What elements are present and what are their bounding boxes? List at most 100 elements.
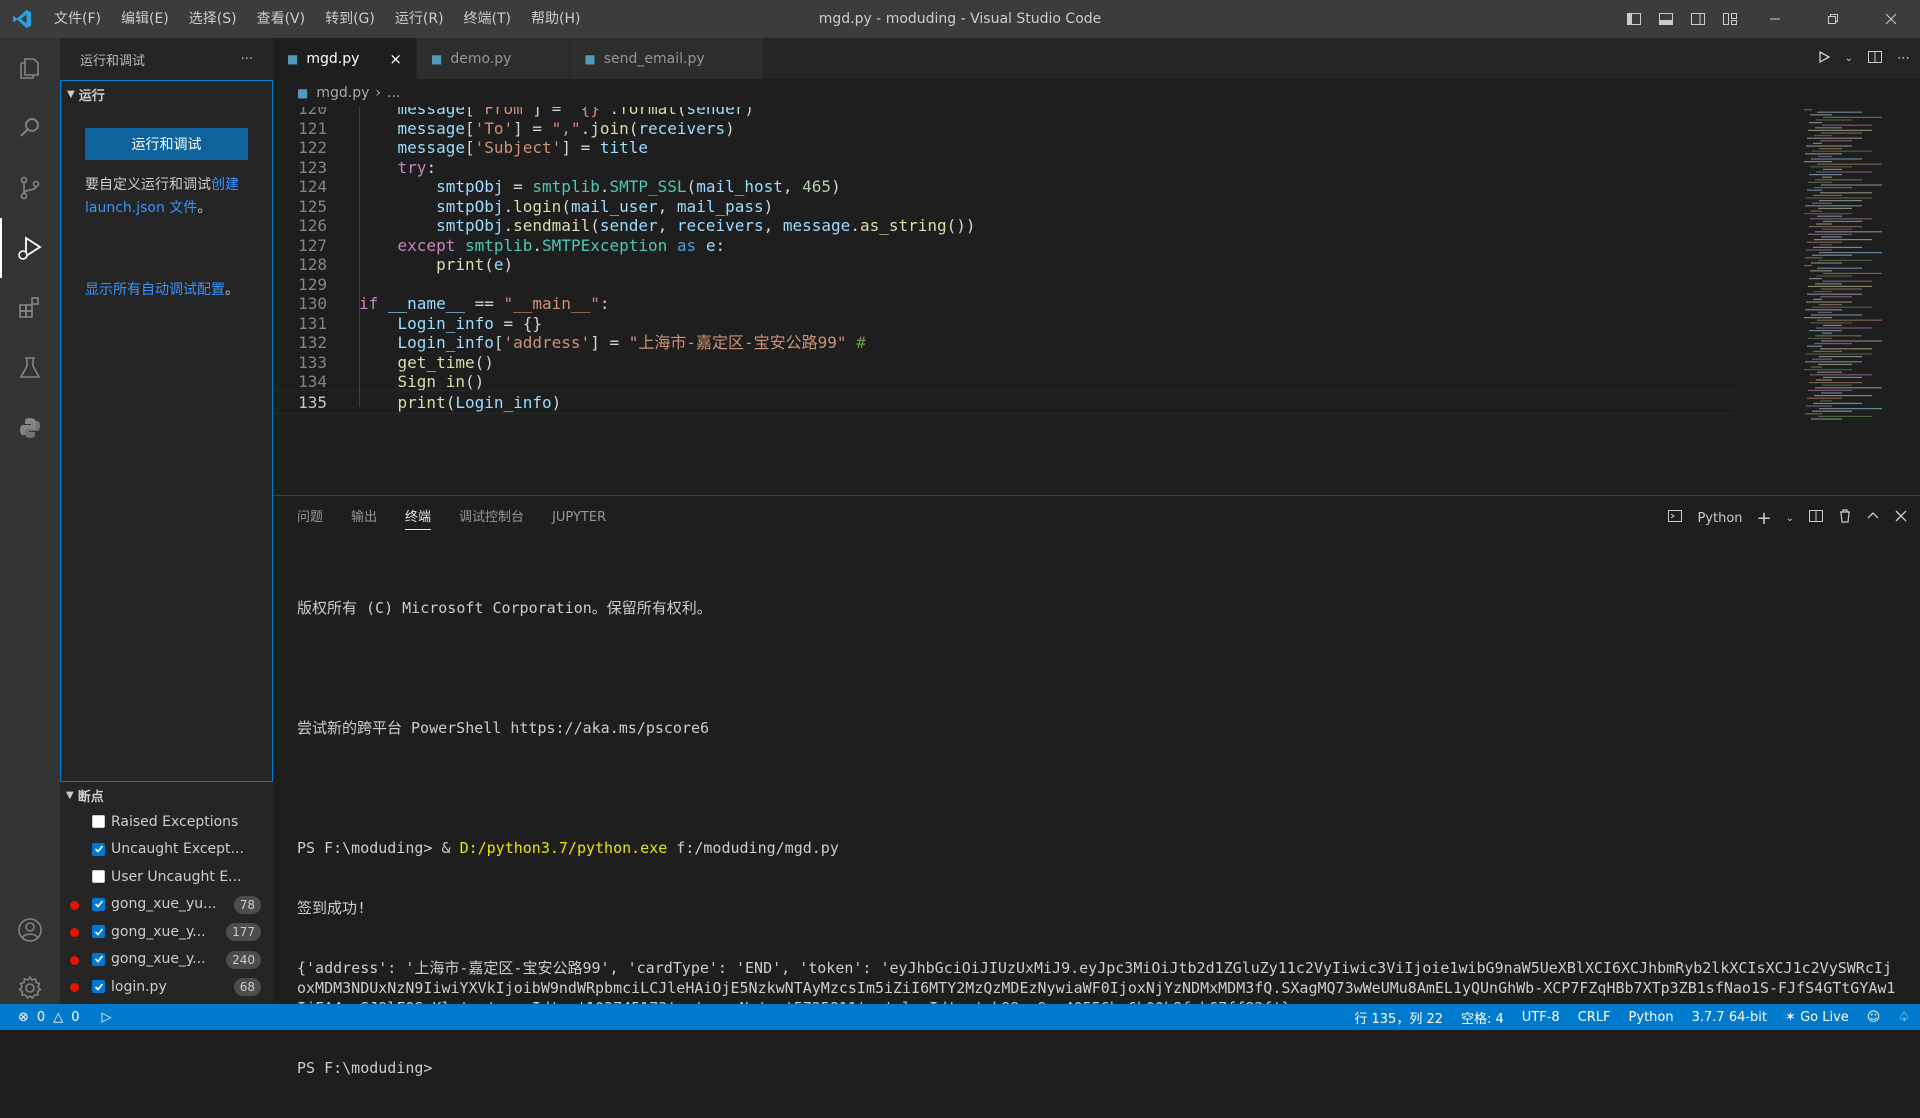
split-terminal-icon[interactable] (1808, 508, 1824, 528)
breakpoint-item[interactable]: Raised Exceptions (60, 808, 273, 836)
panel-tab[interactable]: 输出 (351, 496, 377, 540)
panel-tab[interactable]: JUPYTER (552, 496, 606, 540)
new-terminal-icon[interactable]: + (1757, 508, 1772, 529)
source-control-icon[interactable] (0, 158, 60, 218)
menu-item[interactable]: 文件(F) (44, 0, 111, 38)
editor-tab[interactable]: ■ mgd.py × (273, 38, 417, 79)
warnings-icon[interactable]: △ (53, 1010, 63, 1025)
tab-label: mgd.py (306, 50, 360, 67)
run-dropdown-icon[interactable]: ⌄ (1845, 53, 1853, 64)
panel-tab[interactable]: 调试控制台 (459, 496, 524, 540)
maximize-panel-chevron-up-icon[interactable] (1866, 509, 1880, 527)
run-and-debug-button[interactable]: 运行和调试 (85, 128, 248, 160)
close-tab-icon[interactable]: × (389, 50, 402, 68)
menu-item[interactable]: 转到(G) (315, 0, 385, 38)
breakpoint-checkbox[interactable] (92, 870, 105, 884)
panel-tab[interactable]: 终端 (405, 496, 432, 540)
sidebar-header: 运行和调试 ··· (60, 38, 273, 80)
editor-more-icon[interactable]: ⋯ (1897, 51, 1910, 66)
debug-launch-icon[interactable]: ▷ (101, 1010, 111, 1025)
terminal-dropdown-icon[interactable]: ⌄ (1786, 513, 1794, 524)
indentation[interactable]: 空格: 4 (1461, 1008, 1504, 1027)
breakpoint-checkbox[interactable] (92, 925, 105, 939)
breakpoint-item[interactable]: User Uncaught E... (60, 863, 273, 891)
end-of-line[interactable]: CRLF (1578, 1010, 1611, 1025)
terminal-arg: f:/moduding/mgd.py (667, 839, 839, 857)
encoding[interactable]: UTF-8 (1522, 1010, 1560, 1025)
menu-item[interactable]: 选择(S) (179, 0, 247, 38)
kill-terminal-trash-icon[interactable] (1838, 508, 1852, 528)
breakpoint-item[interactable]: Uncaught Except... (60, 836, 273, 864)
status-bar: ⊗ 0 △ 0 ▷ 行 135，列 22 空格: 4 UTF-8 CRLF Pyth… (0, 1004, 1920, 1030)
python-interpreter[interactable]: 3.7.7 64-bit (1692, 1010, 1767, 1025)
breadcrumb-file[interactable]: mgd.py (316, 85, 369, 101)
menu-item[interactable]: 编辑(E) (111, 0, 179, 38)
terminal-name[interactable]: Python (1697, 511, 1742, 526)
menu-item[interactable]: 终端(T) (454, 0, 521, 38)
breakpoint-line-badge: 177 (226, 923, 261, 941)
warning-count[interactable]: 0 (71, 1010, 79, 1025)
terminal-line: 版权所有 (C) Microsoft Corporation。保留所有权利。 (297, 599, 712, 617)
breakpoints-label: 断点 (77, 789, 104, 805)
error-count[interactable]: 0 (37, 1010, 45, 1025)
bottom-panel: 问题 输出 终端 调试控制台 JUPYTER Python + ⌄ 版权所有 (C) M… (273, 495, 1920, 1077)
restore-icon[interactable] (1804, 0, 1862, 38)
run-debug-icon[interactable] (0, 218, 60, 278)
feedback-icon[interactable]: ☺ (1867, 1010, 1881, 1025)
panel-tab[interactable]: 问题 (297, 496, 323, 540)
run-section-header[interactable]: ▼ 运行 (61, 81, 272, 107)
editor-tab[interactable]: ■ send_email.py (570, 38, 764, 79)
python-icon[interactable] (0, 398, 60, 458)
toggle-secondary-sidebar-icon[interactable] (1682, 0, 1714, 38)
close-panel-icon[interactable] (1894, 509, 1908, 527)
minimap[interactable] (1800, 107, 1920, 495)
breakpoint-line-badge: 68 (233, 978, 261, 996)
customize-hint: 要自定义运行和调试创建 launch.json 文件。 (85, 174, 255, 220)
minimize-icon[interactable] (1746, 0, 1804, 38)
close-window-icon[interactable] (1862, 0, 1920, 38)
more-actions-icon[interactable]: ··· (241, 52, 253, 67)
breakpoint-dot-icon (70, 900, 79, 910)
editor-tab[interactable]: ■ demo.py (416, 38, 571, 79)
errors-icon[interactable]: ⊗ (18, 1010, 29, 1025)
go-live-button[interactable]: ✶ Go Live (1785, 1010, 1849, 1025)
editor-tabs: ■ mgd.py × ■ demo.py ■ send_email.py ⌄ ⋯ (273, 38, 1920, 79)
breakpoint-item[interactable]: gong_xue_y... 177 (60, 918, 273, 946)
terminal-output[interactable]: 版权所有 (C) Microsoft Corporation。保留所有权利。 尝… (297, 558, 1897, 1118)
language-mode[interactable]: Python (1629, 1010, 1674, 1025)
breakpoint-checkbox[interactable] (92, 897, 105, 911)
breakpoint-item[interactable]: gong_xue_y... 240 (60, 946, 273, 974)
breakpoints-header[interactable]: ▼ 断点 (60, 782, 273, 808)
toggle-panel-icon[interactable] (1650, 0, 1682, 38)
breakpoint-checkbox[interactable] (92, 842, 105, 856)
breadcrumb: ■ mgd.py › ... (273, 79, 1920, 107)
code-editor[interactable]: 120 message['From'] = '{}'.format(sender… (273, 107, 1920, 495)
breakpoint-line-badge: 240 (226, 950, 261, 969)
menu-item[interactable]: 查看(V) (247, 0, 316, 38)
breakpoint-checkbox[interactable] (92, 980, 105, 994)
breadcrumb-symbol[interactable]: ... (387, 85, 400, 101)
terminal-icon (1667, 508, 1683, 528)
customize-layout-icon[interactable] (1714, 0, 1746, 38)
vscode-logo-icon (0, 0, 44, 38)
title-bar: 文件(F) 编辑(E) 选择(S) 查看(V) 转到(G) 运行(R) 终端(T) 帮助(H)… (0, 0, 1920, 38)
run-file-icon[interactable] (1817, 50, 1831, 68)
breakpoint-checkbox[interactable] (92, 815, 105, 829)
breakpoint-item[interactable]: gong_xue_yu... 78 (60, 891, 273, 919)
accounts-icon[interactable] (0, 900, 60, 960)
extensions-icon[interactable] (0, 278, 60, 338)
breakpoint-item[interactable]: login.py 68 (60, 973, 273, 1001)
split-editor-icon[interactable] (1867, 49, 1883, 69)
notifications-bell-icon[interactable]: ♤ (1898, 1010, 1910, 1025)
toggle-sidebar-icon[interactable] (1618, 0, 1650, 38)
tab-label: send_email.py (603, 50, 705, 67)
cursor-position[interactable]: 行 135，列 22 (1354, 1008, 1443, 1027)
menu-item[interactable]: 帮助(H) (521, 0, 590, 38)
search-icon[interactable] (0, 98, 60, 158)
explorer-icon[interactable] (0, 38, 60, 98)
show-all-configs-link[interactable]: 显示所有自动调试配置 (85, 282, 225, 298)
breakpoint-checkbox[interactable] (92, 952, 105, 966)
breakpoint-dot-icon (70, 983, 79, 992)
menu-item[interactable]: 运行(R) (385, 0, 454, 38)
testing-flask-icon[interactable] (0, 338, 60, 398)
